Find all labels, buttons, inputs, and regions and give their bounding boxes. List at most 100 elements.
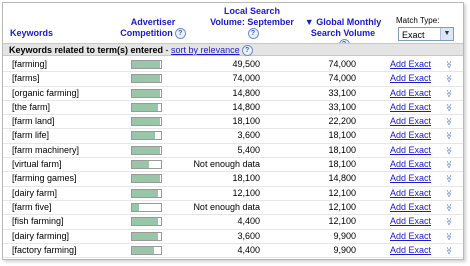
global-header-line1: ▼ Global Monthly: [304, 17, 382, 27]
local-volume-cell: 14,800: [232, 101, 260, 112]
competition-bar-fill: [132, 132, 156, 140]
keyword-cell: [farm machinery]: [12, 144, 80, 155]
keyword-table-body: [farming] 49,500 74,000 Add Exact ≫ [farms] 74…: [3, 58, 463, 259]
related-keywords-section-header: Keywords related to term(s) entered - so…: [3, 43, 463, 57]
keyword-cell: [dairy farming]: [12, 230, 70, 241]
table-row: [fish farming] 4,400 12,100 Add Exact ≫: [3, 215, 463, 230]
help-icon[interactable]: ?: [241, 45, 253, 57]
keywords-column-header[interactable]: Keywords: [10, 28, 53, 39]
keyword-cell: [virtual farm]: [12, 159, 62, 170]
competition-bar-fill: [132, 75, 160, 83]
double-chevron-down-icon[interactable]: ≫: [443, 103, 456, 111]
add-exact-link[interactable]: Add Exact: [390, 129, 431, 142]
double-chevron-down-icon[interactable]: ≫: [443, 203, 456, 211]
advertiser-header-line1: Advertiser: [130, 17, 176, 27]
double-chevron-down-icon[interactable]: ≫: [443, 189, 456, 197]
global-volume-cell: 18,100: [328, 130, 356, 141]
sort-by-relevance-link[interactable]: sort by relevance: [171, 45, 240, 55]
double-chevron-down-icon[interactable]: ≫: [443, 89, 456, 97]
global-volume-cell: 74,000: [328, 73, 356, 84]
competition-bar-fill: [132, 103, 158, 111]
dropdown-arrow-icon[interactable]: ▼: [440, 28, 453, 40]
competition-bar-fill: [132, 246, 154, 254]
double-chevron-down-icon[interactable]: ≫: [443, 60, 456, 68]
competition-bar-fill: [132, 89, 160, 97]
competition-bar-fill: [132, 203, 140, 211]
table-row: [farming] 49,500 74,000 Add Exact ≫: [3, 58, 463, 73]
competition-bar-fill: [132, 175, 160, 183]
keyword-cell: [dairy farm]: [12, 187, 58, 198]
local-volume-cell: 3,600: [237, 130, 260, 141]
add-exact-link[interactable]: Add Exact: [390, 87, 431, 100]
table-row: [farm machinery] 5,400 18,100 Add Exact ≫: [3, 144, 463, 159]
local-volume-cell: 12,100: [232, 187, 260, 198]
keyword-cell: [organic farming]: [12, 87, 80, 98]
global-volume-cell: 18,100: [328, 144, 356, 155]
add-exact-link[interactable]: Add Exact: [390, 58, 431, 71]
table-header: Keywords Advertiser Competition? Local S…: [3, 3, 463, 51]
local-header-line2: Volume: September: [210, 17, 294, 27]
global-volume-cell: 22,200: [328, 116, 356, 127]
table-row: [farming games] 18,100 14,800 Add Exact ≫: [3, 172, 463, 187]
section-title: Keywords related to term(s) entered: [9, 45, 164, 55]
double-chevron-down-icon[interactable]: ≫: [443, 75, 456, 83]
local-header-line1: Local Search: [223, 6, 281, 16]
local-volume-cell: Not enough data: [193, 201, 260, 212]
global-volume-cell: 12,100: [328, 201, 356, 212]
competition-bar: [131, 145, 162, 155]
double-chevron-down-icon[interactable]: ≫: [443, 218, 456, 226]
table-row: [farms] 74,000 74,000 Add Exact ≫: [3, 72, 463, 87]
competition-bar: [131, 231, 162, 241]
competition-bar-fill: [132, 61, 160, 68]
global-volume-cell: 12,100: [328, 216, 356, 227]
competition-bar-fill: [132, 118, 160, 126]
double-chevron-down-icon[interactable]: ≫: [443, 232, 456, 240]
competition-bar-fill: [132, 232, 159, 240]
double-chevron-down-icon[interactable]: ≫: [443, 118, 456, 126]
add-exact-link[interactable]: Add Exact: [390, 72, 431, 85]
double-chevron-down-icon[interactable]: ≫: [443, 160, 456, 168]
add-exact-link[interactable]: Add Exact: [390, 244, 431, 257]
table-row: [factory farming] 4,400 9,900 Add Exact ≫: [3, 244, 463, 259]
local-search-volume-header[interactable]: Local Search Volume: September ?: [191, 6, 313, 40]
double-chevron-down-icon[interactable]: ≫: [443, 246, 456, 254]
table-row: [farm life] 3,600 18,100 Add Exact ≫: [3, 129, 463, 144]
add-exact-link[interactable]: Add Exact: [390, 144, 431, 157]
double-chevron-down-icon[interactable]: ≫: [443, 146, 456, 154]
competition-bar-fill: [132, 146, 160, 154]
competition-bar: [131, 188, 162, 198]
double-chevron-down-icon[interactable]: ≫: [443, 132, 456, 140]
add-exact-link[interactable]: Add Exact: [390, 230, 431, 243]
global-volume-cell: 18,100: [328, 159, 356, 170]
keyword-cell: [farm life]: [12, 130, 50, 141]
global-volume-cell: 9,900: [333, 230, 356, 241]
competition-bar: [131, 60, 162, 69]
advertiser-competition-header[interactable]: Advertiser Competition?: [115, 17, 191, 40]
global-volume-cell: 9,900: [333, 244, 356, 255]
help-icon[interactable]: ?: [174, 28, 186, 40]
competition-bar-fill: [132, 189, 159, 197]
local-volume-cell: 14,800: [232, 87, 260, 98]
keyword-cell: [the farm]: [12, 101, 51, 112]
add-exact-link[interactable]: Add Exact: [390, 187, 431, 200]
local-volume-cell: 4,400: [237, 216, 260, 227]
competition-bar: [131, 202, 162, 212]
keyword-results-panel: Keywords Advertiser Competition? Local S…: [2, 2, 464, 260]
local-volume-cell: 4,400: [237, 244, 260, 255]
competition-bar-fill: [132, 218, 158, 226]
double-chevron-down-icon[interactable]: ≫: [443, 175, 456, 183]
add-exact-link[interactable]: Add Exact: [390, 215, 431, 228]
table-row: [farm land] 18,100 22,200 Add Exact ≫: [3, 115, 463, 130]
add-exact-link[interactable]: Add Exact: [390, 201, 431, 214]
add-exact-link[interactable]: Add Exact: [390, 158, 431, 171]
help-icon[interactable]: ?: [247, 28, 259, 40]
local-volume-cell: 5,400: [237, 144, 260, 155]
match-type-select[interactable]: Exact ▼: [398, 27, 454, 41]
add-exact-link[interactable]: Add Exact: [390, 101, 431, 114]
table-row: [dairy farm] 12,100 12,100 Add Exact ≫: [3, 187, 463, 201]
local-volume-cell: 18,100: [232, 116, 260, 127]
add-exact-link[interactable]: Add Exact: [390, 115, 431, 128]
keyword-cell: [farming games]: [12, 173, 77, 184]
competition-bar: [131, 160, 162, 170]
add-exact-link[interactable]: Add Exact: [390, 172, 431, 185]
